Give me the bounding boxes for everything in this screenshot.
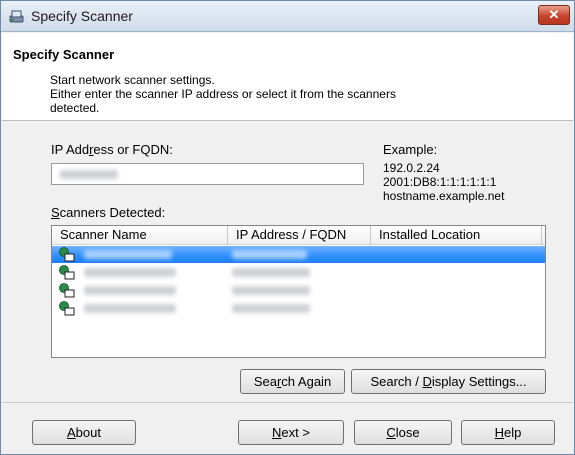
next-button[interactable]: Next > <box>238 420 344 445</box>
header-title: Specify Scanner <box>13 47 115 62</box>
title-bar[interactable]: Specify Scanner ✕ <box>1 1 574 32</box>
column-scanner-name[interactable]: Scanner Name <box>52 226 228 245</box>
help-button[interactable]: Help <box>461 420 555 445</box>
scanners-list[interactable]: Scanner Name IP Address / FQDN Installed… <box>51 225 546 358</box>
footer-separator <box>2 402 573 403</box>
network-scanner-icon <box>59 247 75 262</box>
search-display-settings-button[interactable]: Search / Display Settings... <box>351 369 546 394</box>
scanner-name-redacted <box>84 268 176 277</box>
window-close-button[interactable]: ✕ <box>538 5 570 25</box>
specify-scanner-dialog: Specify Scanner ✕ Specify Scanner Start … <box>0 0 575 455</box>
header-desc-line2: Either enter the scanner IP address or s… <box>50 87 396 101</box>
scanner-ip-redacted <box>232 304 310 313</box>
scanner-app-icon <box>9 10 24 23</box>
network-scanner-icon <box>59 283 75 298</box>
about-button[interactable]: About <box>32 420 136 445</box>
scanner-name-redacted <box>84 304 176 313</box>
scanner-row-4[interactable] <box>52 300 545 317</box>
scanner-ip-redacted <box>232 286 310 295</box>
scanner-ip-redacted <box>232 268 310 277</box>
example-label: Example: <box>383 142 438 157</box>
scanner-row-3[interactable] <box>52 282 545 299</box>
ip-address-value-redacted <box>60 170 118 179</box>
header-panel: Specify Scanner Start network scanner se… <box>2 33 573 121</box>
network-scanner-icon <box>59 265 75 280</box>
scanner-row-2[interactable] <box>52 264 545 281</box>
scanner-row-1[interactable] <box>52 246 545 263</box>
search-again-button[interactable]: Search Again <box>240 369 345 394</box>
example-values: 192.0.2.24 2001:DB8:1:1:1:1:1:1 hostname… <box>383 161 504 203</box>
close-button[interactable]: Close <box>354 420 452 445</box>
example-ipv4: 192.0.2.24 <box>383 161 440 175</box>
window-title: Specify Scanner <box>31 8 133 24</box>
network-scanner-icon <box>59 301 75 316</box>
example-ipv6: 2001:DB8:1:1:1:1:1:1 <box>383 175 497 189</box>
example-hostname: hostname.example.net <box>383 189 505 203</box>
scanners-detected-label: Scanners Detected: <box>51 205 166 220</box>
column-ip-address[interactable]: IP Address / FQDN <box>228 226 371 245</box>
scanner-name-redacted <box>84 286 176 295</box>
header-desc-line3: detected. <box>50 101 100 115</box>
scanner-name-redacted <box>84 250 172 259</box>
ip-address-label: IP Address or FQDN: <box>51 142 173 157</box>
header-desc-line1: Start network scanner settings. <box>50 73 215 87</box>
ip-address-input[interactable] <box>51 163 364 185</box>
column-installed-location[interactable]: Installed Location <box>371 226 542 245</box>
header-description: Start network scanner settings. Either e… <box>50 73 550 115</box>
scanner-ip-redacted <box>232 250 307 259</box>
list-header: Scanner Name IP Address / FQDN Installed… <box>52 226 545 245</box>
